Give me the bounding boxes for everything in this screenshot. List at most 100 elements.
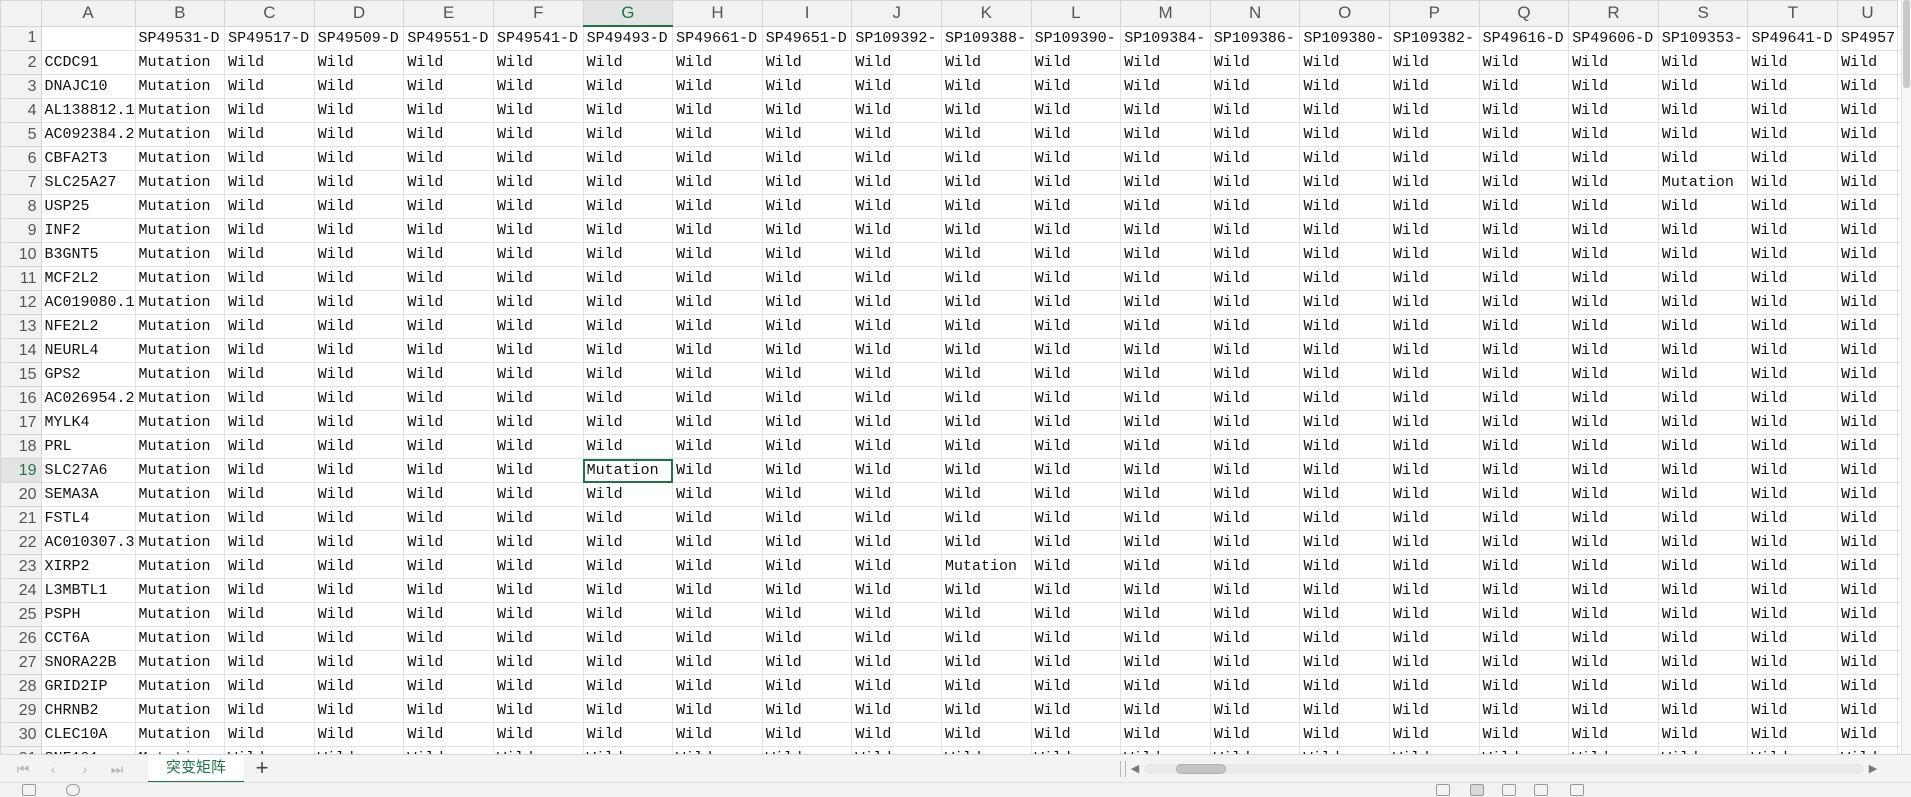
cell-m30[interactable]: Wild xyxy=(1120,722,1211,747)
cell-s15[interactable]: Wild xyxy=(1657,362,1749,387)
cell-d9[interactable]: Wild xyxy=(313,218,405,243)
cell-i30[interactable]: Wild xyxy=(761,722,853,747)
cell-c24[interactable]: Wild xyxy=(224,578,315,603)
cell-u4[interactable]: Wild xyxy=(1837,98,1898,123)
cell-m22[interactable]: Wild xyxy=(1120,530,1211,555)
cell-g22[interactable]: Wild xyxy=(582,530,674,555)
cell-k4[interactable]: Wild xyxy=(941,98,1032,123)
cell-a6[interactable]: CBFA2T3 xyxy=(40,146,136,171)
cell-u5[interactable]: Wild xyxy=(1837,122,1898,147)
cell-u18[interactable]: Wild xyxy=(1837,434,1898,459)
cell-o28[interactable]: Wild xyxy=(1299,674,1391,699)
cell-t26[interactable]: Wild xyxy=(1747,626,1839,651)
cell-t24[interactable]: Wild xyxy=(1747,578,1839,603)
row-header-12[interactable]: 12 xyxy=(0,290,42,315)
cell-r15[interactable]: Wild xyxy=(1568,362,1659,387)
column-header-t[interactable]: T xyxy=(1747,0,1839,27)
cell-p19[interactable]: Wild xyxy=(1389,458,1480,483)
cell-h24[interactable]: Wild xyxy=(672,578,763,603)
cell-m7[interactable]: Wild xyxy=(1120,170,1211,195)
cell-i2[interactable]: Wild xyxy=(761,50,853,75)
cell-t29[interactable]: Wild xyxy=(1747,698,1839,723)
vertical-scrollbar[interactable] xyxy=(1901,0,1911,754)
cell-s17[interactable]: Wild xyxy=(1657,410,1749,435)
row-header-11[interactable]: 11 xyxy=(0,266,42,291)
cell-p30[interactable]: Wild xyxy=(1389,722,1480,747)
column-header-e[interactable]: E xyxy=(403,0,494,27)
cell-i14[interactable]: Wild xyxy=(761,338,853,363)
cell-p8[interactable]: Wild xyxy=(1389,194,1480,219)
cell-l10[interactable]: Wild xyxy=(1030,242,1122,267)
cell-q11[interactable]: Wild xyxy=(1478,266,1570,291)
cell-l15[interactable]: Wild xyxy=(1030,362,1122,387)
cell-d29[interactable]: Wild xyxy=(313,698,405,723)
cell-r13[interactable]: Wild xyxy=(1568,314,1659,339)
cell-m25[interactable]: Wild xyxy=(1120,602,1211,627)
cell-h12[interactable]: Wild xyxy=(672,290,763,315)
cell-b11[interactable]: Mutation xyxy=(134,266,226,291)
cell-r23[interactable]: Wild xyxy=(1568,554,1659,579)
cell-b3[interactable]: Mutation xyxy=(134,74,226,99)
cell-r17[interactable]: Wild xyxy=(1568,410,1659,435)
cell-f29[interactable]: Wild xyxy=(492,698,584,723)
cell-p25[interactable]: Wild xyxy=(1389,602,1480,627)
cell-k15[interactable]: Wild xyxy=(941,362,1032,387)
cell-p14[interactable]: Wild xyxy=(1389,338,1480,363)
cell-p9[interactable]: Wild xyxy=(1389,218,1480,243)
cell-g3[interactable]: Wild xyxy=(582,74,674,99)
cell-p17[interactable]: Wild xyxy=(1389,410,1480,435)
row-header-20[interactable]: 20 xyxy=(0,482,42,507)
cell-i28[interactable]: Wild xyxy=(761,674,853,699)
cell-i7[interactable]: Wild xyxy=(761,170,853,195)
macro-icon[interactable] xyxy=(22,784,36,796)
cell-d1[interactable]: SP49509-D xyxy=(313,25,405,51)
cell-g5[interactable]: Wild xyxy=(582,122,674,147)
cell-l6[interactable]: Wild xyxy=(1030,146,1122,171)
cell-p22[interactable]: Wild xyxy=(1389,530,1480,555)
cell-r26[interactable]: Wild xyxy=(1568,626,1659,651)
cell-t13[interactable]: Wild xyxy=(1747,314,1839,339)
cell-g26[interactable]: Wild xyxy=(582,626,674,651)
cell-h17[interactable]: Wild xyxy=(672,410,763,435)
cell-t15[interactable]: Wild xyxy=(1747,362,1839,387)
cell-q3[interactable]: Wild xyxy=(1478,74,1570,99)
cell-b1[interactable]: SP49531-D xyxy=(134,25,226,51)
cell-a5[interactable]: AC092384.2 xyxy=(40,122,136,147)
cell-k30[interactable]: Wild xyxy=(941,722,1032,747)
cell-h20[interactable]: Wild xyxy=(672,482,763,507)
row-header-19[interactable]: 19 xyxy=(0,458,42,483)
cell-c4[interactable]: Wild xyxy=(224,98,315,123)
cell-s3[interactable]: Wild xyxy=(1657,74,1749,99)
vertical-scroll-thumb[interactable] xyxy=(1903,0,1910,88)
cell-u19[interactable]: Wild xyxy=(1837,458,1898,483)
cell-e18[interactable]: Wild xyxy=(403,434,494,459)
cell-u8[interactable]: Wild xyxy=(1837,194,1898,219)
cell-m6[interactable]: Wild xyxy=(1120,146,1211,171)
cell-l31[interactable]: Wild xyxy=(1030,746,1122,754)
cell-i18[interactable]: Wild xyxy=(761,434,853,459)
cell-s20[interactable]: Wild xyxy=(1657,482,1749,507)
cell-p13[interactable]: Wild xyxy=(1389,314,1480,339)
cell-p23[interactable]: Wild xyxy=(1389,554,1480,579)
cell-j13[interactable]: Wild xyxy=(851,314,942,339)
cell-a10[interactable]: B3GNT5 xyxy=(40,242,136,267)
cell-j21[interactable]: Wild xyxy=(851,506,942,531)
cell-r29[interactable]: Wild xyxy=(1568,698,1659,723)
cell-n3[interactable]: Wild xyxy=(1209,74,1301,99)
cell-m27[interactable]: Wild xyxy=(1120,650,1211,675)
cell-p28[interactable]: Wild xyxy=(1389,674,1480,699)
cell-l20[interactable]: Wild xyxy=(1030,482,1122,507)
cell-u21[interactable]: Wild xyxy=(1837,506,1898,531)
cell-k24[interactable]: Wild xyxy=(941,578,1032,603)
cell-a22[interactable]: AC010307.3 xyxy=(40,530,136,555)
cell-s2[interactable]: Wild xyxy=(1657,50,1749,75)
cell-q25[interactable]: Wild xyxy=(1478,602,1570,627)
cell-q15[interactable]: Wild xyxy=(1478,362,1570,387)
cell-e13[interactable]: Wild xyxy=(403,314,494,339)
cell-s8[interactable]: Wild xyxy=(1657,194,1749,219)
cell-i10[interactable]: Wild xyxy=(761,242,853,267)
cell-o6[interactable]: Wild xyxy=(1299,146,1391,171)
cell-d22[interactable]: Wild xyxy=(313,530,405,555)
cell-f5[interactable]: Wild xyxy=(492,122,584,147)
cell-n8[interactable]: Wild xyxy=(1209,194,1301,219)
